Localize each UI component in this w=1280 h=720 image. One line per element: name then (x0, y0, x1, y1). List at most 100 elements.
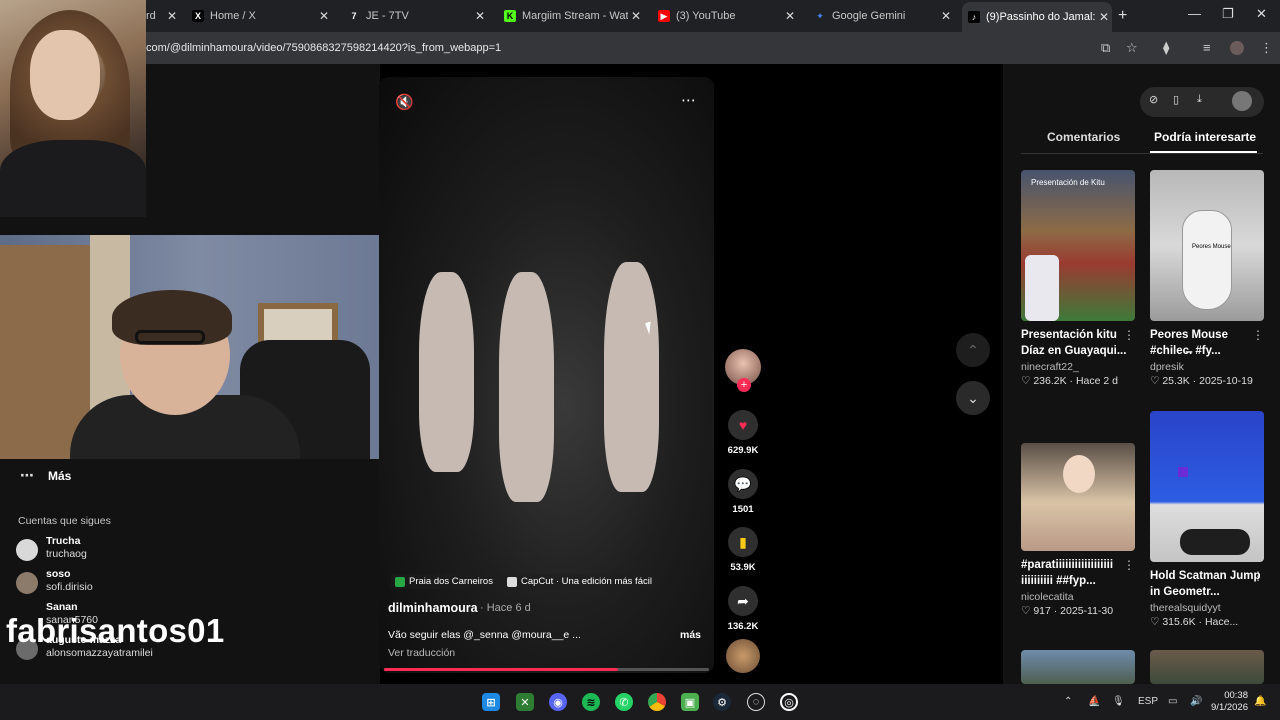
share-icon: ➦ (728, 586, 758, 616)
card-author: nicolecatita (1021, 591, 1074, 603)
following-item[interactable]: soso sofi.dirisio (16, 568, 186, 598)
video-time: · Hace 6 d (480, 602, 531, 614)
tab-kick[interactable]: K Margiim Stream - Watch ✕ (498, 4, 644, 28)
next-video-button[interactable]: ⌄ (956, 381, 990, 415)
following-handle: sofi.dirisio (46, 581, 93, 593)
follow-plus-icon[interactable]: + (737, 378, 751, 392)
more-label: Más (48, 468, 72, 483)
previous-video-button[interactable]: ⌃ (956, 333, 990, 367)
extensions-icon[interactable]: ⧫ (1163, 40, 1169, 56)
network-icon[interactable]: ▭ (1168, 696, 1177, 707)
system-clock[interactable]: 00:38 9/1/2026 (1210, 690, 1248, 714)
close-window-icon[interactable]: ✕ (1256, 6, 1267, 22)
browser-tab-bar: rd ✕ X Home / X ✕ 7 JE - 7TV ✕ K Margiim… (0, 0, 1280, 32)
download-icon[interactable]: ⤓ (1197, 93, 1202, 106)
xbox-icon[interactable]: ✕ (516, 693, 534, 711)
close-tab-icon[interactable]: ✕ (164, 9, 180, 23)
tab-youtube[interactable]: ▶ (3) YouTube ✕ (652, 4, 798, 28)
close-tab-icon[interactable]: ✕ (782, 9, 798, 23)
video-thumbnail[interactable] (1150, 650, 1264, 684)
webcam-app-icon[interactable]: ◎ (780, 693, 798, 711)
tab-x[interactable]: X Home / X ✕ (186, 4, 332, 28)
close-tab-icon[interactable]: ✕ (1096, 10, 1112, 24)
video-progress-bar[interactable] (384, 668, 709, 671)
close-tab-icon[interactable]: ✕ (628, 9, 644, 23)
card-options-icon[interactable]: ⋮ (1252, 569, 1264, 583)
translate-link[interactable]: Ver traducción (388, 647, 455, 659)
share-count: 136.2K (727, 621, 759, 632)
card-options-icon[interactable]: ⋮ (1123, 558, 1135, 572)
whatsapp-icon[interactable]: ✆ (615, 693, 633, 711)
comment-count: 1501 (732, 504, 754, 515)
spotify-icon[interactable]: ≋ (582, 693, 600, 711)
tab-title: JE - 7TV (366, 10, 409, 22)
suggested-video-card[interactable]: Peores Mouse ⋮ Peores Mouse #chilec̶. #f… (1150, 170, 1264, 387)
suggested-video-card[interactable]: Presentación de Kitu ⋮ Presentación kitu… (1021, 170, 1135, 387)
share-button[interactable]: ➦ 136.2K (722, 586, 764, 632)
following-item[interactable]: Trucha truchaog (16, 535, 186, 565)
steam-icon[interactable]: ⚙ (713, 693, 731, 711)
user-avatar[interactable] (1232, 91, 1252, 111)
install-app-icon[interactable]: ⧉ (1101, 40, 1110, 56)
language-indicator[interactable]: ESP (1138, 696, 1158, 707)
capcut-chip[interactable]: CapCut · Una edición más fácil (503, 574, 656, 589)
video-player[interactable]: 🔇 ⋯ Praia dos Carneiros CapCut · Una edi… (379, 77, 714, 673)
volume-icon[interactable]: 🔊 (1190, 696, 1202, 707)
menu-kebab-icon[interactable]: ⋮ (1260, 40, 1273, 56)
bookmark-star-icon[interactable]: ☆ (1126, 40, 1138, 56)
tab-7tv[interactable]: 7 JE - 7TV ✕ (342, 4, 488, 28)
address-bar: com/@dilminhamoura/video/759086832759821… (0, 32, 1280, 64)
video-options-icon[interactable]: ⋯ (681, 91, 696, 109)
close-tab-icon[interactable]: ✕ (472, 9, 488, 23)
tab-comments[interactable]: Comentarios (1047, 130, 1120, 144)
screen: rd ✕ X Home / X ✕ 7 JE - 7TV ✕ K Margiim… (0, 0, 1280, 720)
mute-icon[interactable]: 🔇 (395, 93, 414, 111)
profile-avatar[interactable] (1230, 41, 1244, 55)
suggested-video-card[interactable]: ⋮ #paratiiiiiiiiiiiiiiiiii iiiiiiiiii ##… (1021, 443, 1135, 617)
bookmark-icon: ▮ (728, 527, 758, 557)
url-field[interactable]: com/@dilminhamoura/video/759086832759821… (146, 42, 501, 54)
video-thumbnail[interactable] (1021, 650, 1135, 684)
minimize-icon[interactable]: — (1188, 6, 1201, 21)
comment-button[interactable]: 💬 1501 (722, 469, 764, 515)
youtube-icon: ▶ (658, 10, 670, 22)
tab-title: (3) YouTube (676, 10, 736, 22)
microphone-icon[interactable]: 🎙 (1112, 696, 1125, 707)
card-options-icon[interactable]: ⋮ (1123, 328, 1135, 342)
windows-taskbar: ⊞ ✕ ◉ ≋ ✆ ▣ ⚙ ◌ ◎ ⌃ ⛵ 🎙 ESP ▭ 🔊 00:38 9/… (0, 684, 1280, 720)
suggested-video-card[interactable]: ⋮ Hold Scatman Jump in Geometr... therea… (1150, 411, 1264, 628)
clock-time: 00:38 (1224, 690, 1248, 701)
location-chip[interactable]: Praia dos Carneiros (391, 574, 497, 589)
tab-suggested[interactable]: Podría interesarte (1154, 130, 1256, 144)
tray-expand-icon[interactable]: ⌃ (1064, 696, 1072, 707)
tab-title: Home / X (210, 10, 256, 22)
close-tab-icon[interactable]: ✕ (316, 9, 332, 23)
windows-start-icon[interactable]: ⊞ (482, 693, 500, 711)
tray-app-icon[interactable]: ⛵ (1088, 696, 1100, 707)
card-options-icon[interactable]: ⋮ (1252, 328, 1264, 342)
maximize-icon[interactable]: ❐ (1222, 6, 1234, 22)
tab-tiktok-active[interactable]: ♪ (9)Passinho do Jamal: Im ✕ (962, 2, 1112, 32)
save-button[interactable]: ▮ 53.9K (722, 527, 764, 573)
webcam-overlay-top (0, 0, 146, 217)
video-author[interactable]: dilminhamoura (388, 601, 478, 615)
tab-gemini[interactable]: ✦ Google Gemini ✕ (808, 4, 954, 28)
obs-icon[interactable]: ◌ (747, 693, 765, 711)
following-name: soso (46, 568, 71, 580)
tab-0[interactable]: rd ✕ (140, 4, 180, 28)
caption-more-button[interactable]: más (680, 629, 701, 641)
new-tab-icon[interactable]: + (1118, 7, 1127, 25)
speed-icon[interactable]: ⊘ (1149, 93, 1158, 106)
close-tab-icon[interactable]: ✕ (938, 9, 954, 23)
media-icon[interactable]: ≡ (1203, 40, 1211, 55)
more-button[interactable]: ⋯ Más (20, 467, 71, 484)
chrome-icon[interactable] (648, 693, 666, 711)
music-disc-icon[interactable] (726, 639, 760, 673)
like-button[interactable]: ♥ 629.9K (722, 410, 764, 456)
active-tab-indicator (1150, 151, 1257, 153)
video-tools-pill: ⊘ ▯ ⤓ (1140, 87, 1264, 117)
minecraft-icon[interactable]: ▣ (681, 693, 699, 711)
discord-icon[interactable]: ◉ (549, 693, 567, 711)
mobile-icon[interactable]: ▯ (1173, 93, 1179, 106)
notification-icon[interactable]: 🔔 (1254, 696, 1266, 707)
